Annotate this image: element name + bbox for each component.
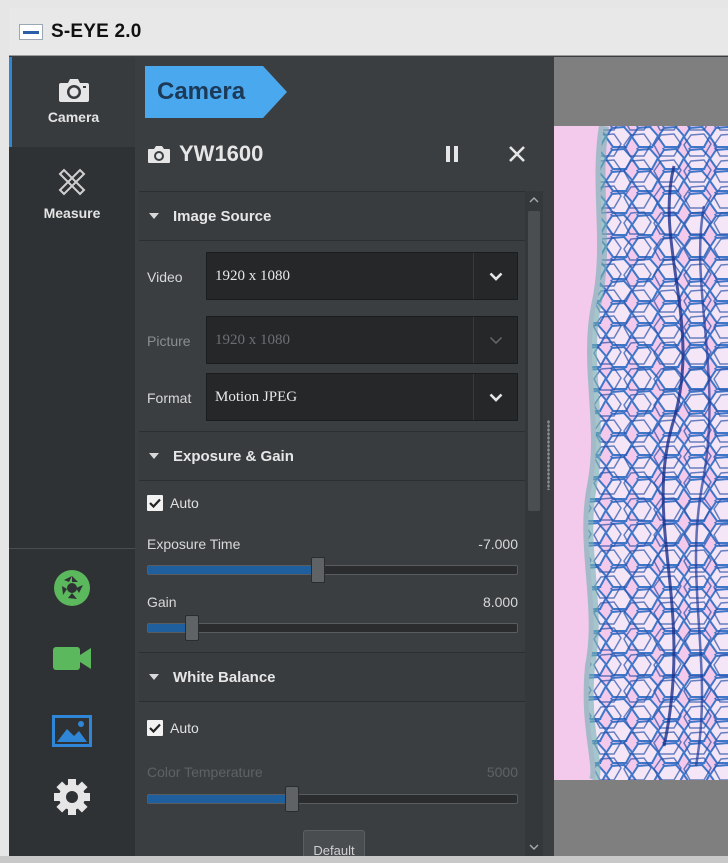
chevron-down-icon[interactable]	[473, 253, 517, 299]
image-gallery-icon	[52, 715, 92, 747]
section-exposure-gain[interactable]: Exposure & Gain	[139, 431, 525, 481]
video-label: Video	[147, 269, 183, 285]
section-image-source[interactable]: Image Source	[139, 191, 525, 241]
close-icon	[509, 146, 525, 162]
white-balance-auto-checkbox[interactable]	[147, 720, 163, 736]
close-button[interactable]	[502, 139, 532, 169]
sidebar-tab-measure[interactable]: Measure	[9, 147, 135, 237]
sidebar: Camera Measure	[9, 57, 135, 856]
scrollbar-thumb[interactable]	[528, 211, 540, 511]
settings-scroll-area[interactable]: Image Source Video 1920 x 1080 Picture 1…	[139, 191, 525, 856]
sidebar-tab-camera-label: Camera	[47, 109, 100, 125]
slider-thumb[interactable]	[311, 557, 325, 583]
slider-fill	[148, 795, 292, 803]
sidebar-tab-camera[interactable]: Camera	[9, 57, 135, 147]
slider-thumb[interactable]	[185, 615, 199, 641]
sidebar-divider	[9, 548, 135, 549]
gain-label: Gain	[147, 594, 177, 610]
select-value: Motion JPEG	[215, 389, 298, 405]
gain-slider[interactable]	[147, 615, 518, 641]
breadcrumb-label: Camera	[157, 78, 246, 105]
sidebar-tab-measure-label: Measure	[43, 205, 101, 221]
scroll-down-icon[interactable]	[525, 838, 543, 856]
collapse-triangle-icon	[149, 674, 159, 680]
select-value: 1920 x 1080	[215, 332, 290, 348]
checkmark-icon	[149, 723, 161, 733]
window-frame-left	[0, 0, 9, 863]
exposure-auto-label: Auto	[170, 495, 199, 511]
checkmark-icon	[149, 498, 161, 508]
default-button[interactable]: Default	[303, 830, 365, 856]
picture-resolution-select: 1920 x 1080	[206, 316, 518, 364]
pause-icon	[446, 146, 458, 162]
select-value: 1920 x 1080	[215, 268, 290, 284]
section-title: Exposure & Gain	[173, 447, 294, 465]
pause-button[interactable]	[437, 139, 467, 169]
image-viewer[interactable]	[554, 57, 728, 856]
aperture-capture-icon	[54, 570, 90, 606]
collapse-triangle-icon	[149, 213, 159, 219]
camera-panel: Camera YW1600 Image Source Video 1920 x …	[135, 57, 554, 856]
device-name: YW1600	[179, 141, 264, 166]
window-frame-top	[0, 0, 728, 8]
camera-icon	[58, 79, 89, 102]
color-temperature-label: Color Temperature	[147, 764, 263, 780]
vertical-scrollbar[interactable]	[525, 191, 543, 856]
picture-label: Picture	[147, 333, 191, 349]
color-temperature-value: 5000	[486, 764, 518, 780]
capture-button[interactable]	[49, 565, 95, 611]
white-balance-auto-label: Auto	[170, 720, 199, 736]
panel-splitter-handle[interactable]	[547, 420, 550, 490]
app-logo-icon	[19, 23, 43, 40]
video-resolution-select[interactable]: 1920 x 1080	[206, 252, 518, 300]
exposure-time-label: Exposure Time	[147, 536, 241, 552]
exposure-time-slider[interactable]	[147, 557, 518, 583]
section-title: Image Source	[173, 207, 272, 225]
slider-fill	[148, 566, 318, 574]
slider-thumb[interactable]	[285, 786, 299, 812]
record-video-button[interactable]	[49, 635, 95, 681]
settings-button[interactable]	[49, 774, 95, 820]
device-camera-icon	[148, 146, 170, 163]
app-title: S-EYE 2.0	[51, 20, 142, 42]
title-bar: S-EYE 2.0	[9, 8, 728, 56]
breadcrumb: Camera	[145, 66, 287, 118]
settings-gear-icon	[54, 779, 90, 815]
microscope-live-image	[554, 126, 728, 780]
window-frame-bottom	[0, 856, 728, 863]
video-record-icon	[53, 647, 91, 670]
chevron-down-icon	[473, 317, 517, 363]
chevron-down-icon[interactable]	[473, 374, 517, 420]
gain-value: 8.000	[482, 594, 518, 610]
section-title: White Balance	[173, 668, 276, 686]
gallery-button[interactable]	[49, 708, 95, 754]
measure-icon	[58, 168, 86, 196]
collapse-triangle-icon	[149, 453, 159, 459]
scroll-up-icon[interactable]	[525, 191, 543, 209]
section-white-balance[interactable]: White Balance	[139, 652, 525, 702]
exposure-auto-checkbox[interactable]	[147, 495, 163, 511]
format-label: Format	[147, 390, 192, 406]
device-header: YW1600	[147, 137, 527, 171]
exposure-time-value: -7.000	[478, 536, 518, 552]
color-temperature-slider[interactable]	[147, 786, 518, 812]
format-select[interactable]: Motion JPEG	[206, 373, 518, 421]
